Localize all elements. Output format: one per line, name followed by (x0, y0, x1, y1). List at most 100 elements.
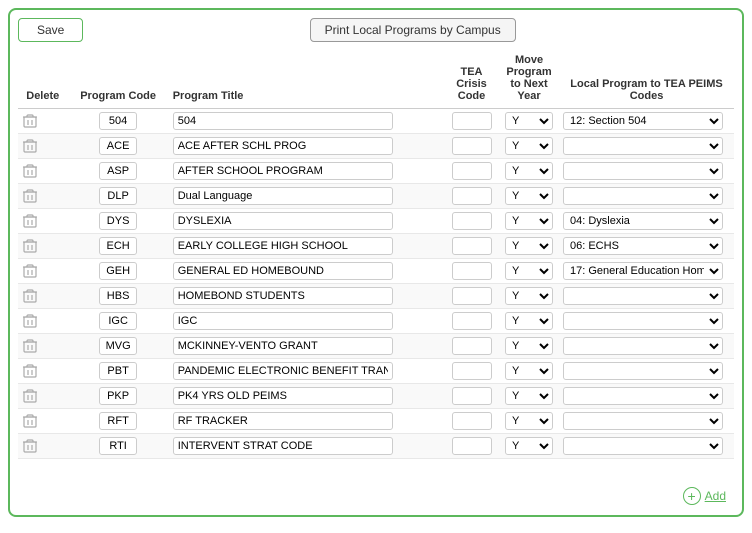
table-row: YN 04: Dyslexia06: ECHS12: Section 50417:… (18, 259, 734, 284)
move-next-year-select[interactable]: YN (505, 162, 553, 180)
peims-code-select[interactable]: 04: Dyslexia06: ECHS12: Section 50417: G… (563, 362, 723, 380)
table-row: YN 04: Dyslexia06: ECHS12: Section 50417:… (18, 359, 734, 384)
peims-code-select[interactable]: 04: Dyslexia06: ECHS12: Section 50417: G… (563, 437, 723, 455)
move-next-year-select[interactable]: YN (505, 412, 553, 430)
delete-button[interactable] (22, 213, 38, 229)
peims-code-select[interactable]: 04: Dyslexia06: ECHS12: Section 50417: G… (563, 112, 723, 130)
delete-button[interactable] (22, 313, 38, 329)
tea-crisis-input[interactable] (452, 237, 492, 255)
delete-button[interactable] (22, 413, 38, 429)
delete-button[interactable] (22, 113, 38, 129)
col-local-program: Local Program to TEA PEIMS Codes (559, 50, 734, 109)
program-code-input[interactable] (99, 262, 137, 280)
program-code-input[interactable] (99, 437, 137, 455)
delete-button[interactable] (22, 363, 38, 379)
peims-code-select[interactable]: 04: Dyslexia06: ECHS12: Section 50417: G… (563, 212, 723, 230)
delete-button[interactable] (22, 338, 38, 354)
program-code-input[interactable] (99, 412, 137, 430)
program-code-input[interactable] (99, 387, 137, 405)
program-code-input[interactable] (99, 112, 137, 130)
program-title-input[interactable] (173, 187, 393, 205)
peims-code-select[interactable]: 04: Dyslexia06: ECHS12: Section 50417: G… (563, 312, 723, 330)
peims-code-select[interactable]: 04: Dyslexia06: ECHS12: Section 50417: G… (563, 237, 723, 255)
program-title-input[interactable] (173, 137, 393, 155)
tea-crisis-input[interactable] (452, 337, 492, 355)
tea-crisis-input[interactable] (452, 137, 492, 155)
move-next-year-select[interactable]: YN (505, 237, 553, 255)
program-title-input[interactable] (173, 287, 393, 305)
program-title-input[interactable] (173, 262, 393, 280)
program-title-input[interactable] (173, 162, 393, 180)
tea-crisis-input[interactable] (452, 312, 492, 330)
program-code-input[interactable] (99, 237, 137, 255)
peims-code-select[interactable]: 04: Dyslexia06: ECHS12: Section 50417: G… (563, 162, 723, 180)
move-next-year-select[interactable]: YN (505, 362, 553, 380)
delete-button[interactable] (22, 263, 38, 279)
move-next-year-select[interactable]: YN (505, 137, 553, 155)
table-wrapper: Delete Program Code Program Title TEA Cr… (18, 50, 734, 481)
move-next-year-select[interactable]: YN (505, 187, 553, 205)
program-code-input[interactable] (99, 287, 137, 305)
add-link[interactable]: Add (705, 489, 726, 503)
table-row: YN 04: Dyslexia06: ECHS12: Section 50417:… (18, 109, 734, 134)
program-title-input[interactable] (173, 212, 393, 230)
delete-button[interactable] (22, 238, 38, 254)
table-row: YN 04: Dyslexia06: ECHS12: Section 50417:… (18, 184, 734, 209)
program-code-input[interactable] (99, 187, 137, 205)
peims-code-select[interactable]: 04: Dyslexia06: ECHS12: Section 50417: G… (563, 412, 723, 430)
peims-code-select[interactable]: 04: Dyslexia06: ECHS12: Section 50417: G… (563, 287, 723, 305)
tea-crisis-input[interactable] (452, 262, 492, 280)
print-button[interactable]: Print Local Programs by Campus (310, 18, 516, 42)
tea-crisis-input[interactable] (452, 112, 492, 130)
program-title-input[interactable] (173, 362, 393, 380)
save-button[interactable]: Save (18, 18, 83, 42)
peims-code-select[interactable]: 04: Dyslexia06: ECHS12: Section 50417: G… (563, 337, 723, 355)
col-delete: Delete (18, 50, 68, 109)
table-row: YN 04: Dyslexia06: ECHS12: Section 50417:… (18, 334, 734, 359)
move-next-year-select[interactable]: YN (505, 387, 553, 405)
tea-crisis-input[interactable] (452, 412, 492, 430)
move-next-year-select[interactable]: YN (505, 112, 553, 130)
move-next-year-select[interactable]: YN (505, 437, 553, 455)
move-next-year-select[interactable]: YN (505, 262, 553, 280)
delete-button[interactable] (22, 438, 38, 454)
program-title-input[interactable] (173, 237, 393, 255)
delete-button[interactable] (22, 138, 38, 154)
program-code-input[interactable] (99, 137, 137, 155)
peims-code-select[interactable]: 04: Dyslexia06: ECHS12: Section 50417: G… (563, 137, 723, 155)
program-code-input[interactable] (99, 312, 137, 330)
tea-crisis-input[interactable] (452, 437, 492, 455)
peims-code-select[interactable]: 04: Dyslexia06: ECHS12: Section 50417: G… (563, 187, 723, 205)
main-container: Save Print Local Programs by Campus Dele… (8, 8, 744, 517)
program-code-input[interactable] (99, 337, 137, 355)
move-next-year-select[interactable]: YN (505, 337, 553, 355)
table-row: YN 04: Dyslexia06: ECHS12: Section 50417:… (18, 409, 734, 434)
tea-crisis-input[interactable] (452, 187, 492, 205)
program-title-input[interactable] (173, 112, 393, 130)
table-row: YN 04: Dyslexia06: ECHS12: Section 50417:… (18, 159, 734, 184)
peims-code-select[interactable]: 04: Dyslexia06: ECHS12: Section 50417: G… (563, 262, 723, 280)
program-title-input[interactable] (173, 387, 393, 405)
tea-crisis-input[interactable] (452, 387, 492, 405)
delete-button[interactable] (22, 288, 38, 304)
program-title-input[interactable] (173, 337, 393, 355)
program-title-input[interactable] (173, 412, 393, 430)
move-next-year-select[interactable]: YN (505, 212, 553, 230)
delete-button[interactable] (22, 188, 38, 204)
program-title-input[interactable] (173, 312, 393, 330)
toolbar: Save Print Local Programs by Campus (18, 18, 734, 42)
delete-button[interactable] (22, 388, 38, 404)
add-circle-icon[interactable]: + (683, 487, 701, 505)
program-code-input[interactable] (99, 212, 137, 230)
program-code-input[interactable] (99, 162, 137, 180)
program-title-input[interactable] (173, 437, 393, 455)
delete-button[interactable] (22, 163, 38, 179)
program-code-input[interactable] (99, 362, 137, 380)
tea-crisis-input[interactable] (452, 362, 492, 380)
tea-crisis-input[interactable] (452, 287, 492, 305)
move-next-year-select[interactable]: YN (505, 312, 553, 330)
peims-code-select[interactable]: 04: Dyslexia06: ECHS12: Section 50417: G… (563, 387, 723, 405)
move-next-year-select[interactable]: YN (505, 287, 553, 305)
tea-crisis-input[interactable] (452, 212, 492, 230)
tea-crisis-input[interactable] (452, 162, 492, 180)
